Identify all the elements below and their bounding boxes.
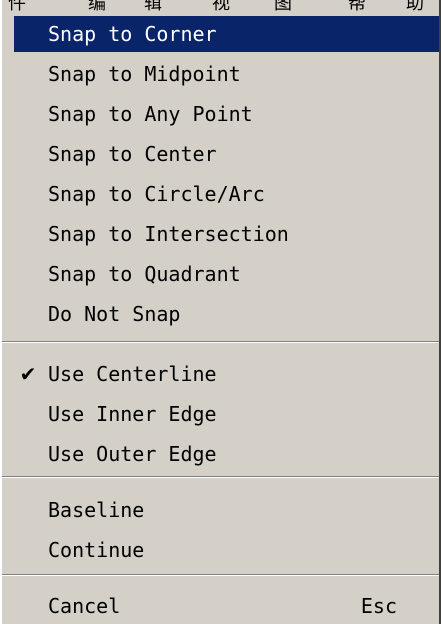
menu-separator bbox=[2, 476, 439, 478]
menu-item-continue[interactable]: Continue bbox=[14, 532, 439, 568]
menu-item-snap-to-any-point[interactable]: Snap to Any Point bbox=[14, 96, 439, 132]
menu-separator bbox=[2, 341, 439, 343]
background-text-fragment: 编 bbox=[88, 0, 106, 14]
menu-item-label: Use Centerline bbox=[48, 362, 217, 386]
menu-item-label: Baseline bbox=[48, 498, 145, 522]
menu-item-snap-to-midpoint[interactable]: Snap to Midpoint bbox=[14, 56, 439, 92]
menu-item-label: Cancel bbox=[48, 594, 121, 618]
menu-item-label: Snap to Center bbox=[48, 142, 217, 166]
menu-item-baseline[interactable]: Baseline bbox=[14, 492, 439, 528]
snap-context-menu: 件 编 辑 视 图 帮 助 Snap to Corner Snap to Mid… bbox=[0, 0, 441, 624]
background-text-fragment: 助 bbox=[406, 0, 424, 14]
menu-item-snap-to-corner[interactable]: Snap to Corner bbox=[14, 16, 439, 52]
menu-item-shortcut: Esc bbox=[360, 594, 397, 618]
background-text-fragment: 帮 bbox=[348, 0, 366, 14]
menu-item-snap-to-circle-arc[interactable]: Snap to Circle/Arc bbox=[14, 176, 439, 212]
menu-item-snap-to-quadrant[interactable]: Snap to Quadrant bbox=[14, 256, 439, 292]
menu-item-label: Use Inner Edge bbox=[48, 402, 217, 426]
underlying-window-strip: 件 编 辑 视 图 帮 助 bbox=[2, 0, 441, 14]
menu-item-label: Continue bbox=[48, 538, 145, 562]
menu-item-label: Snap to Circle/Arc bbox=[48, 182, 265, 206]
menu-item-label: Snap to Any Point bbox=[48, 102, 253, 126]
menu-item-label: Snap to Quadrant bbox=[48, 262, 241, 286]
menu-item-label: Do Not Snap bbox=[48, 302, 181, 326]
background-text-fragment: 件 bbox=[8, 0, 26, 14]
menu-item-label: Use Outer Edge bbox=[48, 442, 217, 466]
menu-item-cancel[interactable]: Cancel Esc bbox=[14, 588, 439, 624]
background-text-fragment: 辑 bbox=[144, 0, 162, 14]
menu-item-snap-to-intersection[interactable]: Snap to Intersection bbox=[14, 216, 439, 252]
menu-separator bbox=[2, 574, 439, 576]
menu-item-do-not-snap[interactable]: Do Not Snap bbox=[14, 296, 439, 332]
menu-item-label: Snap to Corner bbox=[48, 22, 217, 46]
menu-item-label: Snap to Intersection bbox=[48, 222, 289, 246]
background-text-fragment: 视 bbox=[212, 0, 230, 14]
menu-item-use-outer-edge[interactable]: Use Outer Edge bbox=[14, 436, 439, 472]
background-text-fragment: 图 bbox=[274, 0, 292, 14]
menu-item-use-centerline[interactable]: Use Centerline bbox=[14, 356, 439, 392]
menu-item-label: Snap to Midpoint bbox=[48, 62, 241, 86]
menu-item-use-inner-edge[interactable]: Use Inner Edge bbox=[14, 396, 439, 432]
menu-item-snap-to-center[interactable]: Snap to Center bbox=[14, 136, 439, 172]
